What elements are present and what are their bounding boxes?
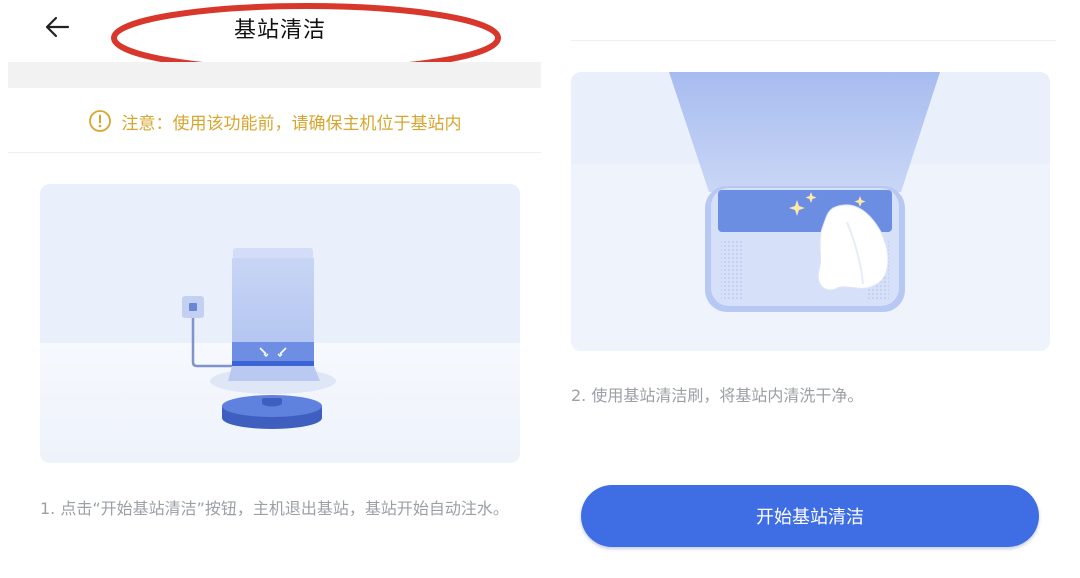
cleaning-brush-illustration — [571, 72, 1050, 351]
warning-circle-icon — [88, 110, 111, 132]
divider — [8, 152, 541, 153]
section-divider-band — [8, 62, 541, 88]
start-button-label: 开始基站清洁 — [756, 507, 864, 528]
step-1-text: 1. 点击“开始基站清洁”按钮，主机退出基站，基站开始自动注水。 — [40, 499, 509, 518]
notice-banner: 注意：使用该功能前，请确保主机位于基站内 — [8, 104, 541, 138]
step-2-text: 2. 使用基站清洁刷，将基站内清洗干净。 — [571, 386, 864, 405]
divider — [571, 40, 1056, 41]
base-station-illustration — [40, 184, 520, 463]
notice-text: 注意：使用该功能前，请确保主机位于基站内 — [121, 113, 462, 134]
back-arrow-icon[interactable] — [40, 10, 76, 46]
page-title: 基站清洁 — [233, 18, 326, 43]
start-base-cleaning-button[interactable]: 开始基站清洁 — [581, 485, 1039, 547]
